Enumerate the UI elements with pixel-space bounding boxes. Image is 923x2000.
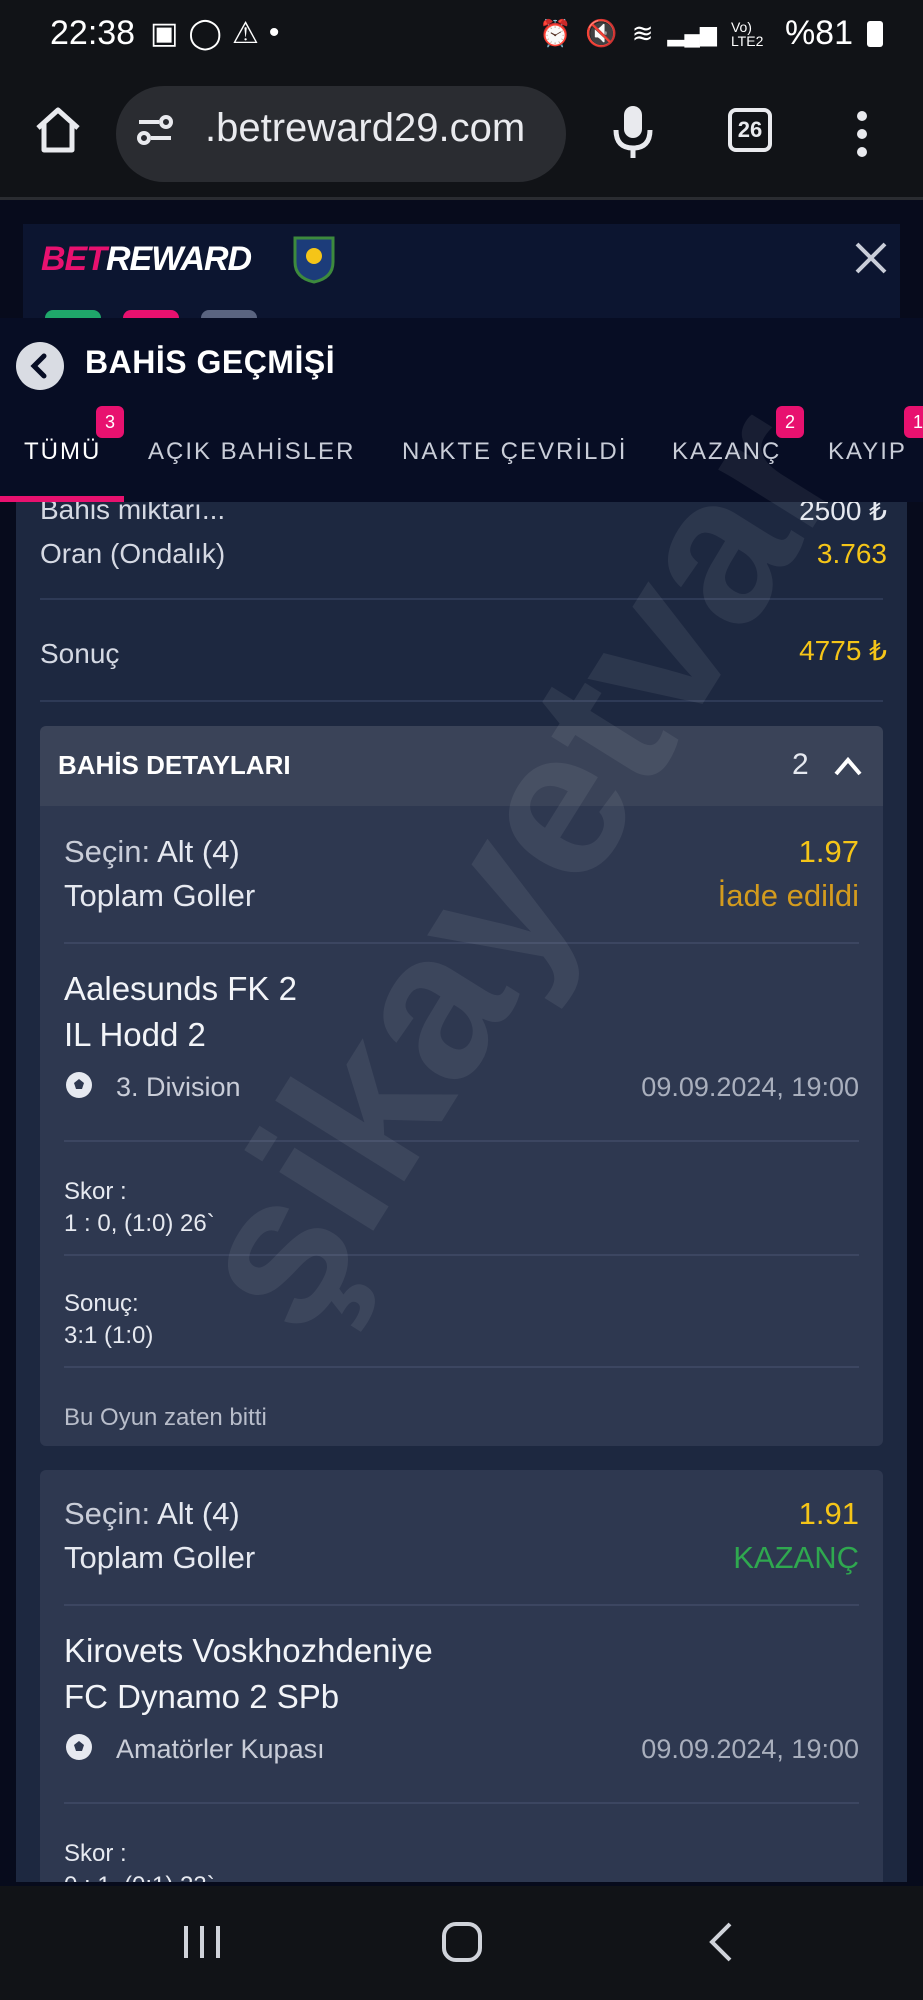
football-icon [66,1072,92,1098]
selection-text: Seçin: Alt (4) [64,1496,240,1531]
market-name: Toplam Goller [64,1540,256,1575]
team-home: Kirovets Voskhozhdeniye [64,1632,433,1669]
tab-all-badge: 3 [96,406,124,438]
browser-toolbar: .betreward29.com 26 [0,72,923,200]
network-label: Vo) LTE2 [730,18,764,49]
final-result-value: 3:1 (1:0) [64,1322,154,1349]
bet-selection-card: Seçin: Alt (4) 1.97 Toplam Goller İade e… [40,806,883,1446]
more-menu-icon[interactable] [852,104,872,164]
warning-icon: ⚠ [231,17,259,50]
gallery-icon: ▣ [150,17,179,50]
battery-percent: %81 [784,14,853,52]
home-nav-icon[interactable] [440,1920,484,1964]
page-title: BAHİS GEÇMİŞİ [85,344,336,380]
score-value: 0 : 1, (0:1) 23` [64,1872,215,1882]
tab-switcher-button[interactable]: 26 [728,108,772,152]
tab-won[interactable]: KAZANÇ [672,438,781,466]
wifi-icon: ≋ [631,18,654,48]
match-date: 09.09.2024, 19:00 [641,1072,859,1102]
back-nav-icon[interactable] [706,1920,736,1964]
team-away: FC Dynamo 2 SPb [64,1678,340,1715]
alarm-icon: ⏰ [538,18,572,48]
bet-details-title: BAHİS DETAYLARI [58,750,291,780]
divider [64,1802,859,1804]
team-away: IL Hodd 2 [64,1016,206,1053]
chevron-left-icon [30,353,47,379]
battery-icon [867,20,883,47]
status-time: 22:38 [50,14,136,52]
odds-value: 3.763 [816,538,887,569]
bet-details-section: BAHİS DETAYLARI 2 Seçin: Alt (4) 1.97 To… [40,726,883,1882]
score-value: 1 : 0, (1:0) 26` [64,1210,215,1237]
tab-all[interactable]: TÜMÜ [24,438,101,466]
club-crest-icon [293,236,335,284]
match-date: 09.09.2024, 19:00 [641,1734,859,1764]
odds-label: Oran (Ondalık) [40,538,226,569]
divider [64,1604,859,1606]
divider [64,1366,859,1368]
divider [64,1254,859,1256]
url-text[interactable]: .betreward29.com [205,106,525,151]
site-info-icon[interactable] [135,110,175,150]
selection-status: KAZANÇ [733,1540,859,1575]
tab-lost[interactable]: KAYIP [828,438,907,466]
bet-selection-card: Seçin: Alt (4) 1.91 Toplam Goller KAZANÇ… [40,1470,883,1882]
bet-details-count: 2 [792,748,809,781]
tab-won-badge: 2 [776,406,804,438]
result-label: Sonuç [40,638,120,669]
score-label: Skor : [64,1178,127,1205]
stake-value: 2500 ₺ [799,502,887,526]
team-home: Aalesunds FK 2 [64,970,297,1007]
divider [64,942,859,944]
microphone-icon[interactable] [608,102,658,162]
back-button[interactable] [16,342,64,390]
notification-icons: ▣ ◯ ⚠ • [150,16,279,51]
header-peek [23,290,900,330]
result-value: 4775 ₺ [799,635,887,666]
tab-open-bets[interactable]: AÇIK BAHİSLER [148,438,355,466]
system-icons: ⏰ 🔇 ≋ ▂▄▆ Vo) LTE2 %81 [539,14,883,53]
market-name: Toplam Goller [64,878,256,913]
game-finished-note: Bu Oyun zaten bitti [64,1404,267,1431]
betreward-logo[interactable]: BETREWARD [41,240,252,279]
dot-icon: • [268,16,280,49]
tab-lost-badge: 1 [904,406,923,438]
chevron-up-icon[interactable] [832,752,864,780]
tab-cashed-out[interactable]: NAKTE ÇEVRİLDİ [402,438,627,466]
bet-details-header[interactable]: BAHİS DETAYLARI 2 [40,726,883,806]
mute-icon: 🔇 [585,18,618,48]
stake-label: Bahis miktarı... [40,502,226,525]
selection-status: İade edildi [717,878,859,913]
bet-history-header: BAHİS GEÇMİŞİ TÜMÜ 3 AÇIK BAHİSLER NAKTE… [0,318,923,502]
bet-card: Bahis miktarı... 2500 ₺ Oran (Ondalık) 3… [16,502,907,1882]
divider [40,598,883,600]
divider [40,700,883,702]
selection-odd: 1.97 [798,834,859,869]
recent-apps-icon[interactable] [180,1922,224,1962]
selection-odd: 1.91 [798,1496,859,1531]
site-header: BETREWARD [23,224,900,290]
home-icon[interactable] [30,102,86,158]
signal-icon: ▂▄▆ [667,20,717,46]
league-name: 3. Division [116,1072,241,1102]
divider [64,1140,859,1142]
whatsapp-icon: ◯ [188,17,222,50]
status-bar: 22:38 ▣ ◯ ⚠ • ⏰ 🔇 ≋ ▂▄▆ Vo) LTE2 %81 [0,0,923,72]
league-name: Amatörler Kupası [116,1734,325,1764]
score-label: Skor : [64,1840,127,1867]
close-icon[interactable] [853,240,889,276]
system-navigation-bar [0,1886,923,2000]
final-result-label: Sonuç: [64,1290,139,1317]
football-icon [66,1734,92,1760]
selection-text: Seçin: Alt (4) [64,834,240,869]
